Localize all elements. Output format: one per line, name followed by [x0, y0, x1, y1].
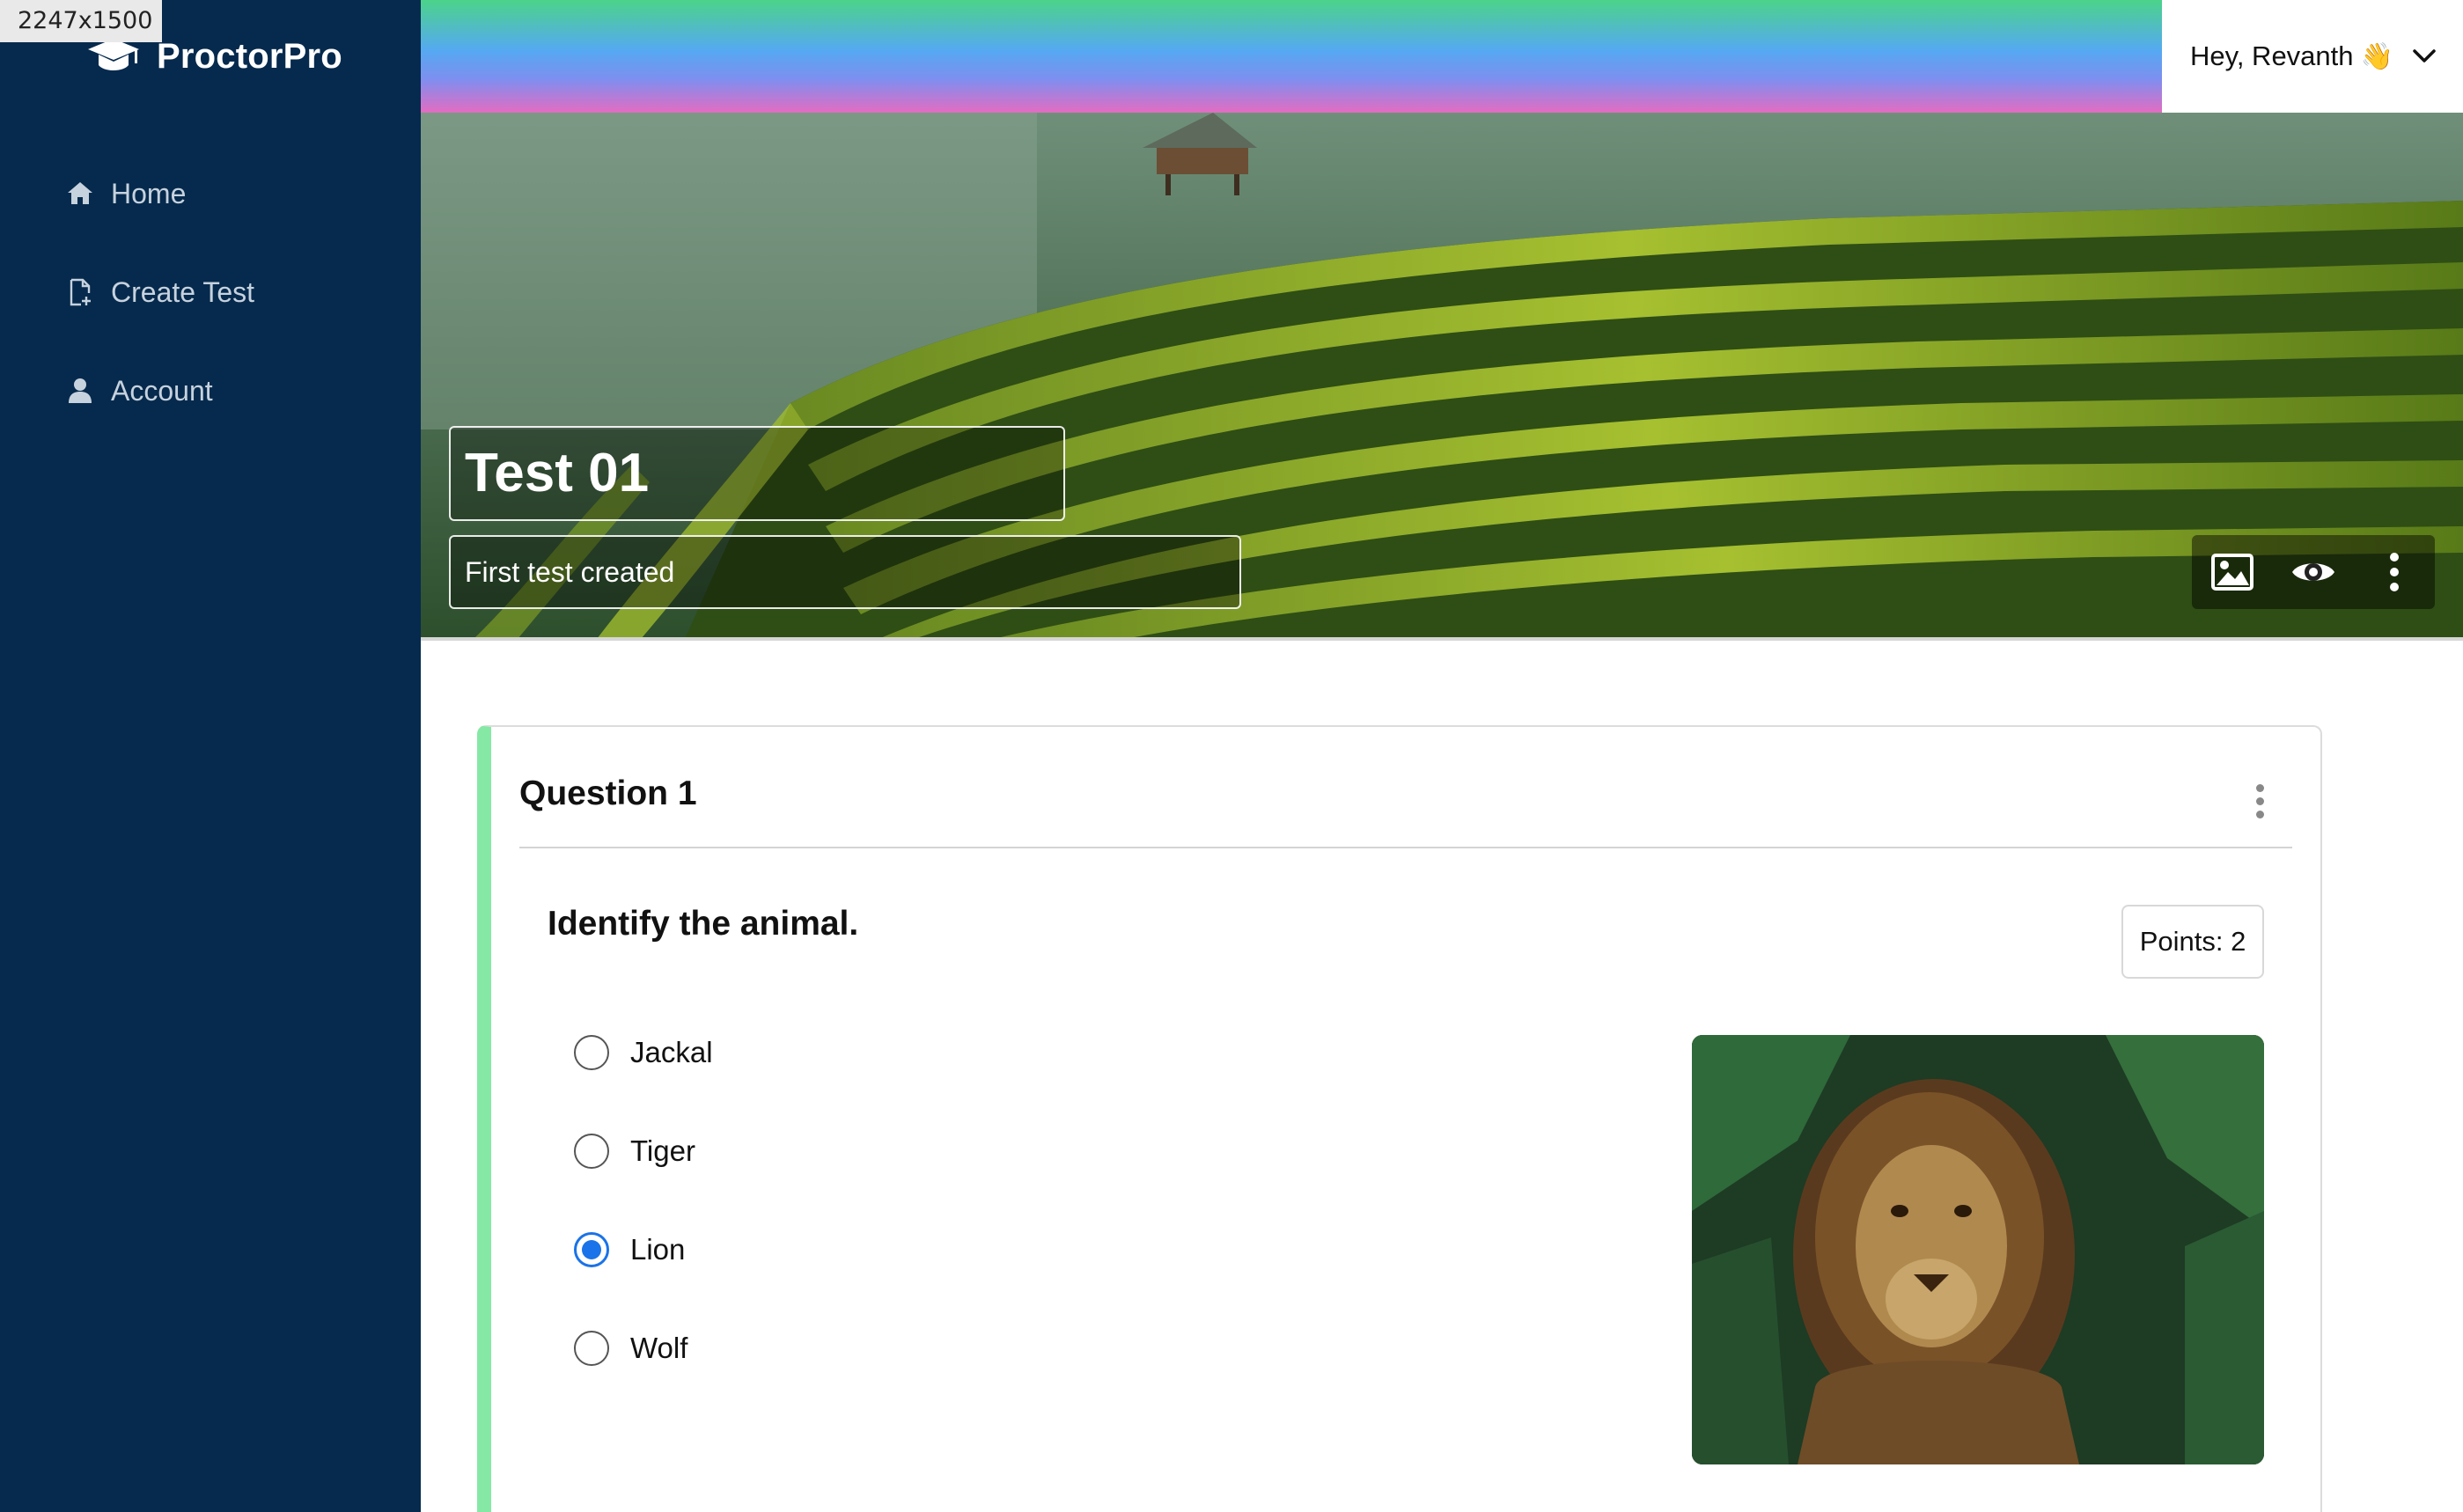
option-tiger[interactable]: Tiger	[574, 1102, 713, 1200]
option-wolf[interactable]: Wolf	[574, 1299, 713, 1398]
sidebar-item-label: Home	[111, 177, 187, 209]
option-jackal[interactable]: Jackal	[574, 1003, 713, 1102]
option-label: Jackal	[630, 1036, 713, 1068]
top-gradient-bar	[421, 0, 2162, 113]
answer-options: Jackal Tiger Lion Wolf	[574, 1003, 713, 1398]
banner-toolbar	[2192, 535, 2435, 609]
sidebar-item-account[interactable]: Account	[0, 341, 421, 440]
sidebar-item-create-test[interactable]: Create Test	[0, 243, 421, 341]
chevron-down-icon	[2411, 48, 2437, 65]
radio-button[interactable]	[574, 1035, 609, 1070]
graduation-cap-icon	[86, 37, 141, 76]
sidebar: ProctorPro Home Create Test Account	[0, 0, 421, 1512]
radio-button-selected[interactable]	[574, 1232, 609, 1267]
option-label: Tiger	[630, 1134, 695, 1167]
image-size-badge: 2247x1500	[0, 0, 162, 42]
points-field[interactable]: Points: 2	[2121, 905, 2264, 979]
radio-button[interactable]	[574, 1134, 609, 1169]
image-icon[interactable]	[2209, 548, 2256, 596]
sidebar-item-label: Account	[111, 374, 213, 407]
question-divider	[519, 847, 2292, 848]
home-icon	[65, 179, 95, 209]
sidebar-nav: Home Create Test Account	[0, 144, 421, 440]
question-number: Question 1	[519, 774, 697, 812]
question-text: Identify the animal.	[548, 905, 859, 943]
brand-name: ProctorPro	[157, 36, 342, 76]
test-title-input[interactable]: Test 01	[449, 426, 1065, 521]
wave-emoji: 👋	[2360, 41, 2393, 71]
banner-divider	[421, 637, 2463, 641]
sidebar-item-label: Create Test	[111, 275, 255, 308]
file-plus-icon	[65, 277, 95, 307]
option-label: Lion	[630, 1233, 686, 1266]
question-more-icon[interactable]	[2245, 774, 2275, 827]
sidebar-item-home[interactable]: Home	[0, 144, 421, 243]
user-icon	[65, 376, 95, 406]
test-description-input[interactable]: First test created	[449, 535, 1241, 609]
radio-button[interactable]	[574, 1331, 609, 1366]
greeting-text: Hey, Revanth	[2190, 40, 2354, 71]
option-lion[interactable]: Lion	[574, 1200, 713, 1299]
question-image-lion	[1692, 1035, 2264, 1464]
option-label: Wolf	[630, 1332, 688, 1364]
user-menu-dropdown[interactable]: Hey, Revanth 👋	[2162, 0, 2463, 113]
more-vertical-icon[interactable]	[2371, 548, 2418, 596]
eye-icon[interactable]	[2290, 548, 2337, 596]
